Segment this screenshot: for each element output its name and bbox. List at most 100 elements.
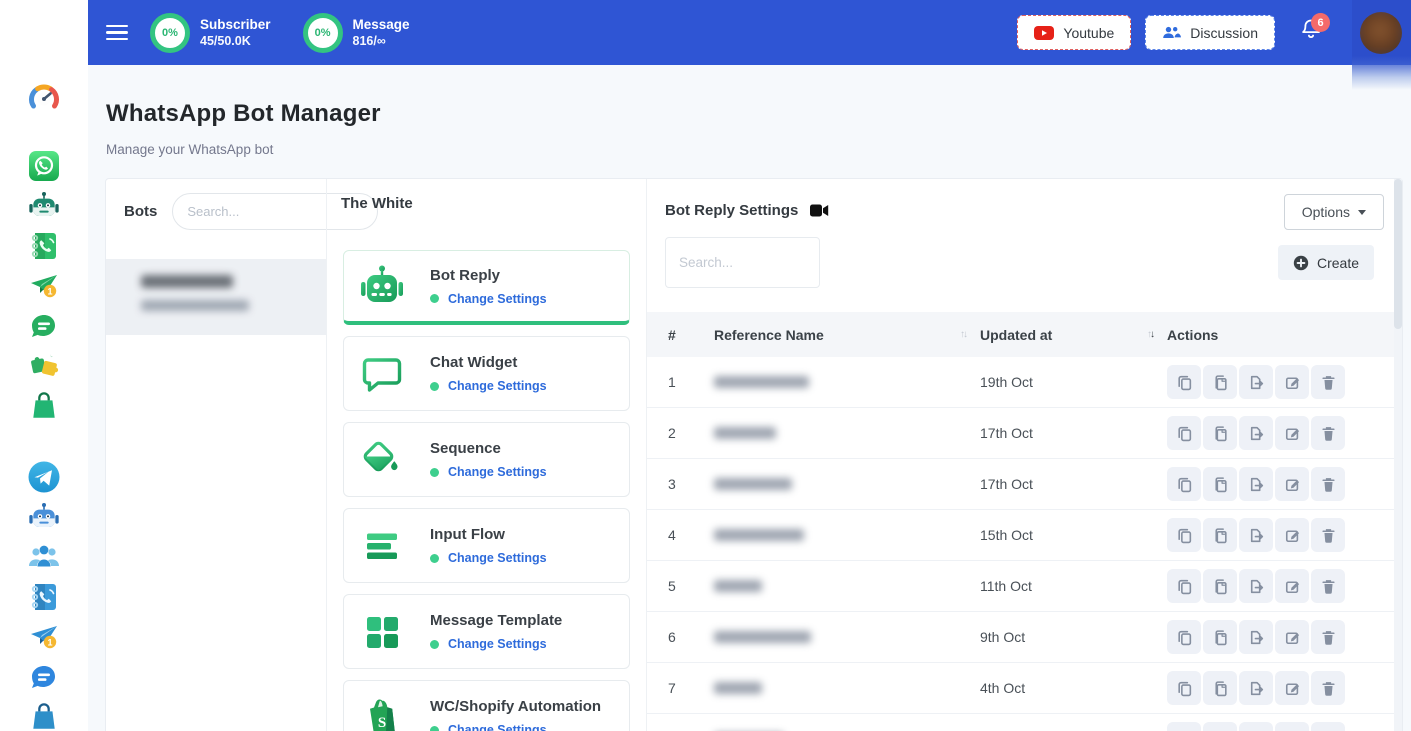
telegram-icon[interactable] xyxy=(24,457,64,497)
copy-action-button[interactable] xyxy=(1167,620,1201,654)
copy-action-button[interactable] xyxy=(1167,671,1201,705)
delete-action-button[interactable] xyxy=(1311,722,1345,731)
whatsapp-chat-icon[interactable] xyxy=(24,306,64,346)
card-title: Bot Reply xyxy=(430,267,547,284)
card-sequence[interactable]: Sequence Change Settings xyxy=(343,422,630,497)
row-updated: 17th Oct xyxy=(980,425,1167,441)
delete-action-button[interactable] xyxy=(1311,365,1345,399)
change-settings-link[interactable]: Change Settings xyxy=(448,379,547,393)
edit-action-button[interactable] xyxy=(1275,671,1309,705)
status-dot xyxy=(430,554,439,563)
export-action-button[interactable] xyxy=(1239,365,1273,399)
delete-action-button[interactable] xyxy=(1311,416,1345,450)
telegram-contacts-icon[interactable] xyxy=(24,577,64,617)
edit-action-button[interactable] xyxy=(1275,416,1309,450)
export-action-button[interactable] xyxy=(1239,416,1273,450)
change-settings-link[interactable]: Change Settings xyxy=(448,637,547,651)
edit-action-button[interactable] xyxy=(1275,569,1309,603)
discussion-button[interactable]: Discussion xyxy=(1145,15,1275,50)
telegram-chat-icon[interactable] xyxy=(24,657,64,697)
bot-list-item-selected[interactable] xyxy=(106,259,326,335)
card-wc-shopify[interactable]: S WC/Shopify Automation Change Settings xyxy=(343,680,630,731)
shopify-icon: S xyxy=(358,694,406,731)
message-stat: 0% Message 816/∞ xyxy=(303,13,410,53)
sort-updated-at-icon[interactable]: ↑↓ xyxy=(1147,330,1153,340)
telegram-broadcast-icon[interactable]: 1 xyxy=(24,617,64,657)
settings-search-input[interactable] xyxy=(665,237,820,288)
edit-icon xyxy=(1284,578,1301,595)
export-icon xyxy=(1248,527,1265,544)
duplicate-action-button[interactable] xyxy=(1203,365,1237,399)
whatsapp-store-icon[interactable] xyxy=(24,386,64,426)
whatsapp-broadcast-icon[interactable]: 1 xyxy=(24,266,64,306)
whatsapp-contacts-icon[interactable] xyxy=(24,226,64,266)
duplicate-action-button[interactable] xyxy=(1203,620,1237,654)
sort-reference-name-icon[interactable]: ↑↓ xyxy=(960,330,966,340)
table-row: 1 19th Oct xyxy=(647,357,1394,408)
edit-action-button[interactable] xyxy=(1275,722,1309,731)
video-tutorial-icon[interactable] xyxy=(810,204,829,217)
delete-action-button[interactable] xyxy=(1311,620,1345,654)
copy-action-button[interactable] xyxy=(1167,518,1201,552)
row-updated: 19th Oct xyxy=(980,374,1167,390)
telegram-store-icon[interactable] xyxy=(24,697,64,731)
copy-action-button[interactable] xyxy=(1167,569,1201,603)
menu-toggle-icon[interactable] xyxy=(106,25,128,41)
export-icon xyxy=(1248,374,1265,391)
panel-scrollbar[interactable] xyxy=(1394,179,1402,731)
duplicate-action-button[interactable] xyxy=(1203,416,1237,450)
create-button[interactable]: Create xyxy=(1278,245,1374,280)
duplicate-action-button[interactable] xyxy=(1203,467,1237,501)
topbar: 0% Subscriber 45/50.0K 0% Message 816/∞ … xyxy=(88,0,1411,65)
trash-icon xyxy=(1320,680,1337,697)
change-settings-link[interactable]: Change Settings xyxy=(448,551,547,565)
card-chat-widget[interactable]: Chat Widget Change Settings xyxy=(343,336,630,411)
table-row: 2 17th Oct xyxy=(647,408,1394,459)
edit-action-button[interactable] xyxy=(1275,620,1309,654)
delete-action-button[interactable] xyxy=(1311,518,1345,552)
avatar[interactable] xyxy=(1360,12,1402,54)
whatsapp-bot-icon[interactable] xyxy=(24,186,64,226)
dashboard-icon[interactable] xyxy=(24,78,64,118)
duplicate-action-button[interactable] xyxy=(1203,569,1237,603)
delete-action-button[interactable] xyxy=(1311,569,1345,603)
change-settings-link[interactable]: Change Settings xyxy=(448,292,547,306)
copy-action-button[interactable] xyxy=(1167,467,1201,501)
edit-action-button[interactable] xyxy=(1275,467,1309,501)
edit-icon xyxy=(1284,476,1301,493)
card-bot-reply[interactable]: Bot Reply Change Settings xyxy=(343,250,630,325)
copy-action-button[interactable] xyxy=(1167,722,1201,731)
telegram-bot-icon[interactable] xyxy=(24,497,64,537)
copy-action-button[interactable] xyxy=(1167,365,1201,399)
duplicate-action-button[interactable] xyxy=(1203,671,1237,705)
edit-action-button[interactable] xyxy=(1275,518,1309,552)
change-settings-link[interactable]: Change Settings xyxy=(448,723,547,731)
options-button[interactable]: Options xyxy=(1284,194,1384,230)
change-settings-link[interactable]: Change Settings xyxy=(448,465,547,479)
export-action-button[interactable] xyxy=(1239,620,1273,654)
export-action-button[interactable] xyxy=(1239,722,1273,731)
card-message-template[interactable]: Message Template Change Settings xyxy=(343,594,630,669)
edit-action-button[interactable] xyxy=(1275,365,1309,399)
telegram-group-icon[interactable] xyxy=(24,537,64,577)
youtube-button[interactable]: Youtube xyxy=(1017,15,1131,50)
delete-action-button[interactable] xyxy=(1311,467,1345,501)
card-input-flow[interactable]: Input Flow Change Settings xyxy=(343,508,630,583)
export-action-button[interactable] xyxy=(1239,671,1273,705)
bot-reply-table: # Reference Name ↑↓ Updated at ↑↓ Action… xyxy=(647,312,1394,731)
copy-action-button[interactable] xyxy=(1167,416,1201,450)
export-action-button[interactable] xyxy=(1239,467,1273,501)
row-number: 6 xyxy=(668,629,714,645)
export-action-button[interactable] xyxy=(1239,569,1273,603)
delete-action-button[interactable] xyxy=(1311,671,1345,705)
duplicate-action-button[interactable] xyxy=(1203,722,1237,731)
svg-text:S: S xyxy=(378,715,386,731)
notifications-button[interactable]: 6 xyxy=(1299,17,1323,48)
whatsapp-icon[interactable] xyxy=(24,146,64,186)
card-title: WC/Shopify Automation xyxy=(430,698,601,715)
export-action-button[interactable] xyxy=(1239,518,1273,552)
whatsapp-integrations-icon[interactable] xyxy=(24,346,64,386)
duplicate-action-button[interactable] xyxy=(1203,518,1237,552)
selected-bot-title: The White xyxy=(327,179,646,212)
export-icon xyxy=(1248,680,1265,697)
